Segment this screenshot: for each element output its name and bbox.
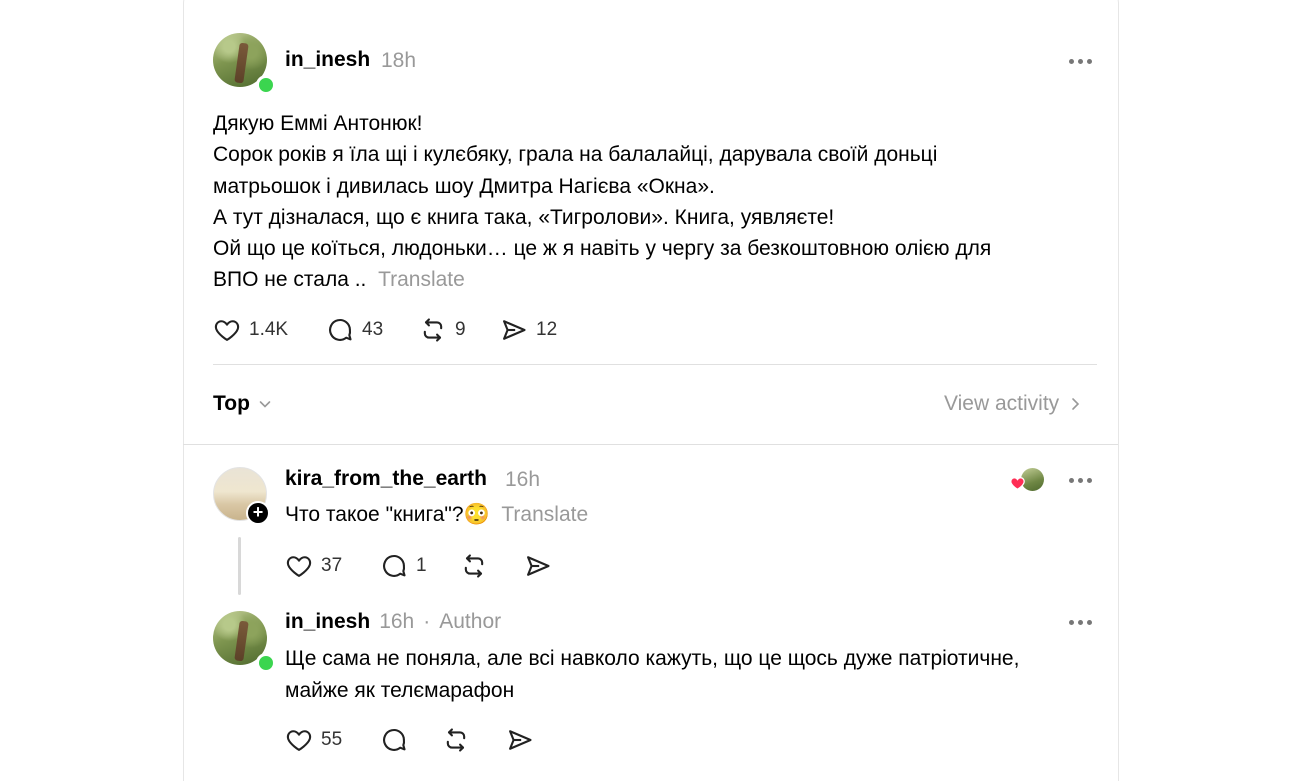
sort-dropdown[interactable]: Top [213, 392, 272, 416]
reply-share-button[interactable] [506, 726, 534, 754]
repost-icon [446, 728, 466, 752]
comment-reply-count: 1 [416, 555, 427, 576]
like-button[interactable]: 1.4K [213, 316, 288, 344]
send-icon [503, 320, 526, 340]
comment-share-button[interactable] [524, 552, 552, 580]
post-time[interactable]: 18h [381, 49, 416, 73]
sort-label: Top [213, 392, 250, 415]
post-line: Дякую Еммі Антонюк! [213, 112, 423, 135]
comment-time[interactable]: 16h [505, 468, 540, 492]
comment-body: Что такое "книга"?😳 Translate [285, 499, 588, 531]
repost-count: 9 [455, 319, 466, 340]
post-more-dots-icon[interactable] [1069, 57, 1097, 67]
like-count: 1.4K [249, 319, 289, 340]
heart-icon [286, 556, 312, 577]
comment-more-dots-icon[interactable] [1069, 476, 1097, 486]
post-divider [213, 364, 1097, 365]
red-heart-icon [1010, 477, 1025, 490]
post-line: Сорок років я їла щі і кулєбяку, грала н… [213, 143, 938, 167]
post-line: Ой що це коїться, людоньки… це ж я навіт… [213, 237, 992, 261]
reply-reply-button[interactable] [380, 726, 408, 754]
reply-more-dots-icon[interactable] [1069, 618, 1097, 628]
post-line: матрьошок і дивилась шоу Дмитра Нагієва … [213, 174, 715, 198]
reply-header: in_inesh 16h · Author [285, 610, 501, 634]
comment-like-button[interactable]: 37 [285, 552, 342, 580]
section-divider [183, 444, 1118, 445]
author-label: Author [439, 610, 502, 633]
repost-icon [423, 318, 443, 342]
reply-like-count: 55 [321, 729, 343, 750]
heart-icon [214, 320, 240, 341]
reply-button[interactable]: 43 [326, 316, 383, 344]
comment-repost-button[interactable] [460, 552, 488, 580]
repost-button[interactable]: 9 [419, 316, 466, 344]
repost-icon [464, 554, 484, 578]
send-icon [527, 556, 550, 576]
comment-icon [329, 318, 352, 341]
post-line: ВПО не стала .. Translate [213, 264, 991, 295]
reply-count: 43 [362, 319, 384, 340]
reply-line: Ще сама не поняла, але всі навколо кажут… [285, 647, 1020, 670]
post-line: А тут дізналася, що є книга така, «Тигро… [213, 205, 835, 229]
reply-username[interactable]: in_inesh [285, 610, 370, 634]
separator-dot: · [423, 610, 431, 633]
post-line-end: ВПО не стала .. [213, 268, 367, 292]
comment-username[interactable]: kira_from_the_earth [285, 467, 487, 491]
online-status-dot [256, 653, 276, 673]
online-status-dot [256, 75, 276, 95]
heart-icon [286, 730, 312, 751]
chevron-right-icon [1072, 398, 1080, 410]
post-username[interactable]: in_inesh [285, 48, 370, 72]
reply-repost-button[interactable] [442, 726, 470, 754]
chevron-down-icon [259, 401, 271, 408]
post-body: Дякую Еммі Антонюк! Сорок років я їла щі… [213, 108, 991, 296]
share-count: 12 [536, 319, 558, 340]
share-button[interactable]: 12 [500, 316, 557, 344]
comment-translate-link[interactable]: Translate [501, 503, 588, 526]
reply-body: Ще сама не поняла, але всі навколо кажут… [285, 643, 1019, 707]
comment-icon [383, 554, 406, 577]
comment-like-count: 37 [321, 555, 343, 576]
reply-line: майже як телємарафон [285, 679, 515, 702]
reply-time[interactable]: 16h [379, 610, 414, 634]
comment-reply-button[interactable]: 1 [380, 552, 427, 580]
view-activity-label: View activity [944, 392, 1060, 415]
translate-link[interactable]: Translate [378, 268, 465, 291]
send-icon [509, 730, 532, 750]
view-activity-link[interactable]: View activity [944, 392, 1081, 416]
author-liked-indicator [1010, 467, 1046, 493]
reply-like-button[interactable]: 55 [285, 726, 342, 754]
thread-line [238, 537, 241, 595]
comment-text: Что такое "книга"?😳 [285, 503, 490, 526]
comment-icon [383, 728, 406, 751]
follow-plus-icon[interactable]: + [246, 501, 270, 525]
